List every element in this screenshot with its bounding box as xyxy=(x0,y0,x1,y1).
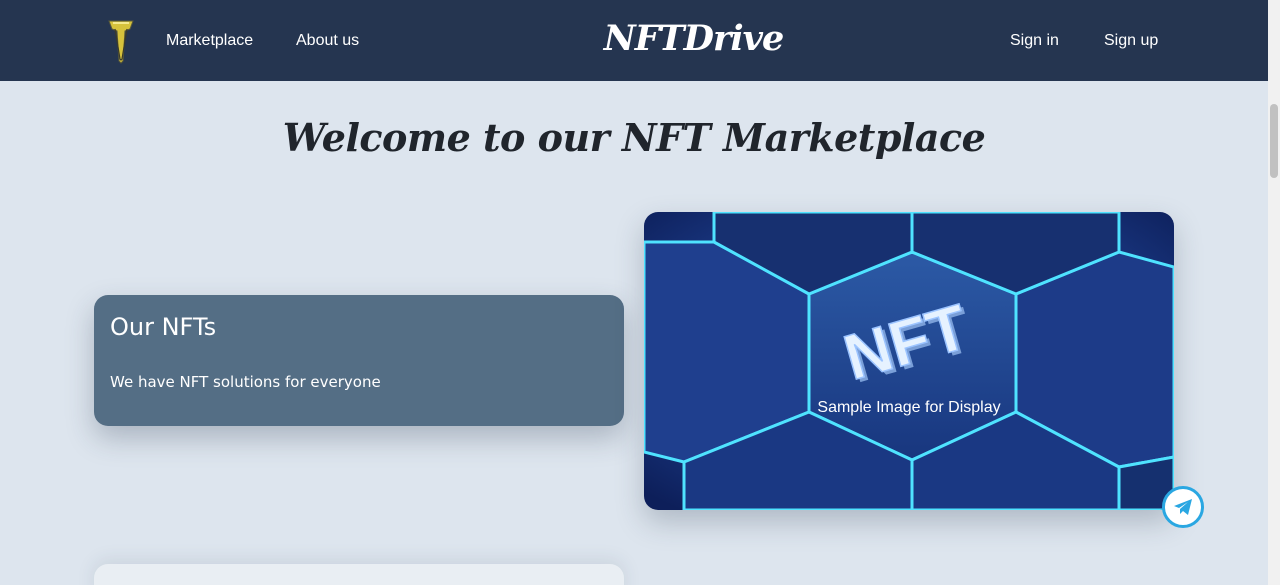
our-nfts-card: Our NFTs We have NFT solutions for every… xyxy=(94,295,624,426)
navbar: Marketplace About us NFTDrive Sign in Si… xyxy=(0,0,1268,81)
sign-up-link[interactable]: Sign up xyxy=(1104,30,1158,52)
card-title: Our NFTs xyxy=(110,313,217,341)
nav-marketplace-link[interactable]: Marketplace xyxy=(166,30,253,52)
car-emblem-logo[interactable] xyxy=(106,17,136,65)
nav-about-link[interactable]: About us xyxy=(296,30,359,52)
card-description: We have NFT solutions for everyone xyxy=(110,373,381,391)
brand-title[interactable]: NFTDrive xyxy=(600,14,787,64)
sign-in-link[interactable]: Sign in xyxy=(1010,30,1059,52)
page-headline: Welcome to our NFT Marketplace xyxy=(282,115,986,160)
page-scrollbar[interactable] xyxy=(1268,0,1280,585)
scrollbar-thumb[interactable] xyxy=(1270,104,1278,178)
nft-sample-image: NFT NFT Sample Image for Display xyxy=(644,212,1174,510)
telegram-button[interactable] xyxy=(1162,486,1204,528)
image-caption: Sample Image for Display xyxy=(817,399,1001,416)
telegram-icon xyxy=(1174,499,1192,515)
second-card xyxy=(94,564,624,585)
